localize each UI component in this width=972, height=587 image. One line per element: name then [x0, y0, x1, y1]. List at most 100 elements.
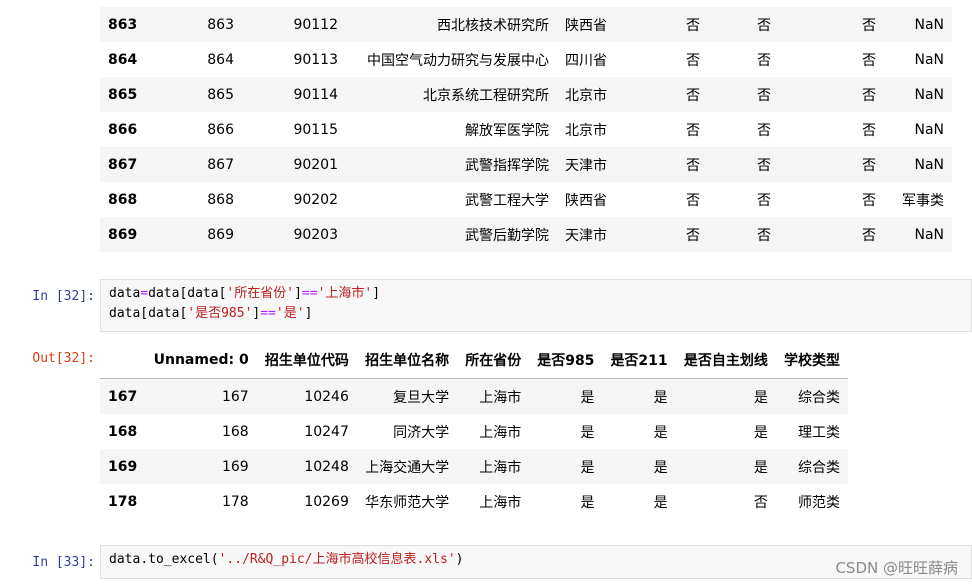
cell-is985: 是	[580, 459, 595, 476]
out-prompt-32: Out[32]:	[32, 351, 95, 366]
cell-is985: 否	[686, 122, 700, 139]
cell-type: NaN	[914, 156, 944, 173]
cell-unnamed: 868	[207, 191, 234, 208]
cell-province: 陕西省	[565, 192, 607, 209]
cell-self-line: 否	[862, 17, 876, 34]
cell-self-line: 否	[862, 87, 876, 104]
cell-is985: 否	[686, 87, 700, 104]
column-header	[100, 342, 146, 379]
dataframe-top: 863 863 90112 西北核技术研究所 陕西省否否否 NaN 864 864 90113 中…	[100, 7, 952, 252]
cell-self-line: 是	[753, 424, 768, 441]
cell-type: NaN	[914, 226, 944, 243]
cell-is211: 否	[757, 17, 771, 34]
cell-name: 武警指挥学院	[465, 157, 549, 174]
table-header-row: Unnamed: 0 招生单位代码 招生单位名称 所在省份 是否985 是否211 是否自主…	[100, 342, 848, 379]
cell-is211: 是	[653, 459, 668, 476]
cell-self-line: 否	[862, 157, 876, 174]
cell-is211: 是	[653, 424, 668, 441]
cell-is211: 否	[757, 52, 771, 69]
cell-name: 武警后勤学院	[465, 227, 549, 244]
row-index: 168	[108, 423, 138, 440]
code-line-2: data[data['是否985']=='是']	[109, 306, 313, 321]
cell-name: 武警工程大学	[465, 192, 549, 209]
row-index: 169	[108, 458, 138, 475]
cell-self-line: 是	[753, 389, 768, 406]
cell-province: 上海市	[479, 459, 522, 476]
table-row: 869 869 90203 武警后勤学院 天津市 否 否 否 NaN	[100, 217, 952, 252]
cell-code: 10246	[304, 388, 349, 405]
cell-code: 90113	[293, 51, 338, 68]
cell-is985: 是	[580, 424, 595, 441]
code-line-1: data=data[data['所在省份']=='上海市']	[109, 286, 381, 301]
row-index: 866	[108, 121, 138, 138]
cell-type: 理工类	[798, 424, 840, 441]
column-header: 学校类型	[775, 342, 848, 379]
cell-code: 10247	[304, 423, 349, 440]
cell-self-line: 否	[862, 192, 876, 209]
column-header: Unnamed: 0	[145, 342, 257, 379]
cell-is211: 否	[757, 122, 771, 139]
in-prompt-32: In [32]:	[32, 289, 95, 304]
table-row: 167 167 10246 复旦大学 上海市 是 是 是 综合类	[100, 378, 848, 414]
column-header: 招生单位代码	[256, 342, 357, 379]
cell-code: 10248	[304, 458, 349, 475]
cell-is985: 否	[686, 227, 700, 244]
in-prompt-33: In [33]:	[32, 555, 95, 570]
cell-is985: 否	[686, 157, 700, 174]
cell-type: 综合类	[798, 389, 840, 406]
cell-code: 90112	[293, 16, 338, 33]
cell-type: NaN	[914, 51, 944, 68]
cell-is211: 否	[757, 157, 771, 174]
cell-province: 北京市	[565, 122, 607, 139]
column-header: 所在省份	[457, 342, 530, 379]
cell-unnamed: 168	[221, 423, 249, 440]
cell-is211: 否	[757, 87, 771, 104]
cell-code: 90201	[293, 156, 338, 173]
cell-is985: 是	[580, 494, 595, 511]
table-row: 168 168 10247 同济大学 上海市 是 是 是 理工类	[100, 414, 848, 449]
cell-type: 综合类	[798, 459, 840, 476]
cell-is211: 否	[757, 227, 771, 244]
cell-self-line: 否	[862, 52, 876, 69]
cell-name: 北京系统工程研究所	[423, 87, 549, 104]
cell-unnamed: 178	[221, 493, 249, 510]
cell-unnamed: 869	[207, 226, 234, 243]
row-index: 867	[108, 156, 138, 173]
cell-province: 陕西省	[565, 17, 607, 34]
cell-self-line: 否	[862, 122, 876, 139]
cell-type: NaN	[914, 86, 944, 103]
row-index: 863	[108, 16, 138, 33]
cell-is985: 否	[686, 52, 700, 69]
cell-is985: 是	[580, 389, 595, 406]
row-index: 865	[108, 86, 138, 103]
cell-is211: 否	[757, 192, 771, 209]
cell-type: NaN	[914, 16, 944, 33]
cell-code: 90203	[293, 226, 338, 243]
cell-code: 10269	[304, 493, 349, 510]
column-header: 招生单位名称	[356, 342, 458, 379]
cell-name: 解放军医学院	[465, 122, 549, 139]
row-index: 869	[108, 226, 138, 243]
code-cell-32[interactable]: data=data[data['所在省份']=='上海市'] data[data…	[100, 279, 972, 332]
cell-province: 四川省	[565, 52, 607, 69]
cell-name: 同济大学	[393, 424, 450, 441]
cell-name: 上海交通大学	[365, 459, 450, 476]
cell-unnamed: 867	[207, 156, 234, 173]
row-index: 868	[108, 191, 138, 208]
table-row: 178 178 10269 华东师范大学 上海市 是 是 否 师范类	[100, 484, 848, 519]
cell-code: 90115	[293, 121, 338, 138]
table-row: 865 865 90114 北京系统工程研究所 北京市 否 否 否 NaN	[100, 77, 952, 112]
cell-type: 师范类	[798, 494, 840, 511]
cell-is211: 是	[653, 389, 668, 406]
cell-name: 华东师范大学	[365, 494, 450, 511]
cell-unnamed: 865	[207, 86, 234, 103]
cell-province: 北京市	[565, 87, 607, 104]
cell-province: 上海市	[479, 389, 522, 406]
table-row: 169 169 10248 上海交通大学 上海市 是 是 是 综合类	[100, 449, 848, 484]
dataframe-output-32: Unnamed: 0 招生单位代码 招生单位名称 所在省份 是否985 是否211 是否自主…	[100, 342, 848, 519]
cell-code: 90202	[293, 191, 338, 208]
cell-self-line: 否	[862, 227, 876, 244]
cell-type: NaN	[914, 121, 944, 138]
cell-unnamed: 864	[207, 51, 234, 68]
table-row: 867 867 90201 武警指挥学院 天津市 否 否 否 NaN	[100, 147, 952, 182]
